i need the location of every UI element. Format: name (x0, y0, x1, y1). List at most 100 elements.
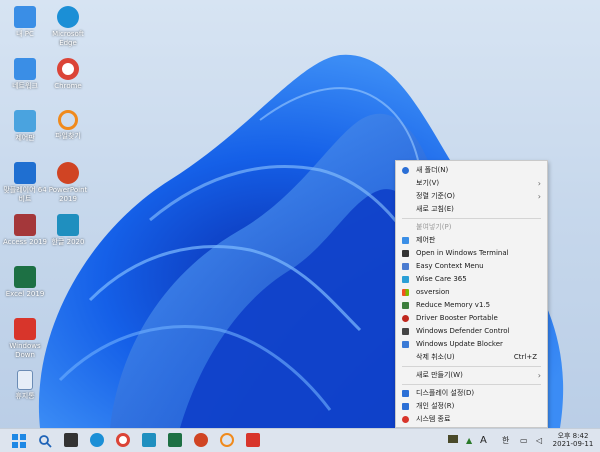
start-button[interactable] (12, 433, 26, 448)
network-icon (14, 58, 36, 80)
menu-item-label: 시스템 종료 (416, 415, 451, 423)
desktop-icon-label: Chrome (54, 82, 82, 90)
chevron-right-icon: › (537, 192, 541, 201)
update-blocker-icon (402, 341, 409, 348)
menu-item-label: Driver Booster Portable (416, 314, 498, 322)
desktop-icon-label: 파일찾기 (55, 132, 81, 140)
search-button[interactable] (38, 433, 52, 448)
desktop-icon-label: 휴지통 (15, 392, 35, 400)
desktop-icon-windows-down[interactable]: Windows Down (0, 318, 50, 360)
computer-icon (14, 6, 36, 28)
menu-item-label: Windows Update Blocker (416, 340, 503, 348)
desktop-icon-powerpoint[interactable]: PowerPoint 2019 (43, 162, 93, 204)
chevron-right-icon: › (537, 179, 541, 188)
taskbar-clock[interactable]: 오후 8:42 2021-09-11 (552, 432, 594, 448)
menu-item-label: osversion (416, 288, 450, 296)
menu-item-label: 개인 설정(R) (416, 402, 455, 410)
control-panel-icon (14, 110, 36, 132)
taskbar-edge[interactable] (90, 433, 104, 447)
driver-booster-icon (402, 315, 409, 322)
menu-item-label: 디스플레이 설정(D) (416, 389, 475, 397)
personalize-icon (402, 403, 409, 410)
menu-item-easy-context-menu[interactable]: Easy Context Menu (396, 260, 547, 273)
network-tray-icon[interactable]: ▭ (520, 429, 528, 452)
ime-mode-indicator[interactable]: A (480, 429, 487, 452)
menu-item-wise-care[interactable]: Wise Care 365 (396, 273, 547, 286)
desktop-icon-recycle-bin[interactable]: 휴지통 (0, 370, 50, 401)
menu-item-shortcut: Ctrl+Z (513, 353, 537, 361)
recycle-bin-icon (17, 370, 33, 390)
clock-time: 오후 8:42 (557, 432, 589, 440)
excel-icon (14, 266, 36, 288)
access-icon (14, 214, 36, 236)
menu-item-driver-booster[interactable]: Driver Booster Portable (396, 312, 547, 325)
taskbar-powerpoint[interactable] (194, 433, 208, 447)
taskbar-windows-down[interactable] (246, 433, 260, 447)
menu-item-label: Windows Defender Control (416, 327, 510, 335)
menu-separator (402, 366, 541, 367)
desktop-icon-excel[interactable]: Excel 2019 (0, 266, 50, 299)
menu-item-update-blocker[interactable]: Windows Update Blocker (396, 338, 547, 351)
clock-date: 2021-09-11 (552, 440, 594, 448)
context-menu-icon (402, 263, 409, 270)
menu-item-view[interactable]: 보기(V) › (396, 177, 547, 190)
volume-icon[interactable]: ◁ (536, 429, 542, 452)
display-icon (402, 390, 409, 397)
menu-item-new[interactable]: 새로 만들기(W) › (396, 369, 547, 382)
menu-item-display-settings[interactable]: 디스플레이 설정(D) (396, 387, 547, 400)
menu-item-undo-delete[interactable]: 삭제 취소(U) Ctrl+Z (396, 351, 547, 364)
menu-item-reduce-memory[interactable]: Reduce Memory v1.5 (396, 299, 547, 312)
taskbar-chrome[interactable] (116, 433, 130, 447)
menu-item-label: 정렬 기준(O) (416, 192, 455, 200)
chrome-icon (57, 58, 79, 80)
menu-item-osversion[interactable]: osversion (396, 286, 547, 299)
menu-item-defender-control[interactable]: Windows Defender Control (396, 325, 547, 338)
menu-separator (402, 384, 541, 385)
edge-icon (57, 6, 79, 28)
menu-item-paste: 붙여넣기(P) (396, 221, 547, 234)
menu-item-personalize[interactable]: 개인 설정(R) (396, 400, 547, 413)
control-panel-icon (402, 237, 409, 244)
menu-item-label: 새로 고침(E) (416, 205, 454, 213)
taskbar-excel[interactable] (168, 433, 182, 447)
menu-item-label: 새 폴더(N) (416, 166, 449, 174)
tray-chevron-up-icon[interactable]: ▲ (466, 429, 472, 452)
taskbar-file-search[interactable] (220, 433, 234, 447)
menu-item-shutdown[interactable]: 시스템 종료 (396, 413, 547, 426)
menu-item-label: Reduce Memory v1.5 (416, 301, 491, 309)
menu-item-windows-terminal[interactable]: Open in Windows Terminal (396, 247, 547, 260)
search-icon (39, 435, 52, 448)
chevron-right-icon: › (537, 371, 541, 380)
wise-care-icon (402, 276, 409, 283)
desktop-icon-file-search[interactable]: 파일찾기 (43, 110, 93, 141)
menu-item-new-folder[interactable]: 새 폴더(N) (396, 164, 547, 177)
desktop-icon-label: Windows Down (9, 342, 41, 359)
desktop-icon-chrome[interactable]: Chrome (43, 58, 93, 91)
taskbar: ▲ A 한 ▭ ◁ 오후 8:42 2021-09-11 (0, 428, 600, 452)
menu-item-refresh[interactable]: 새로 고침(E) (396, 203, 547, 216)
menu-separator (402, 218, 541, 219)
menu-item-label: Easy Context Menu (416, 262, 484, 270)
desktop-icon-hangul[interactable]: 한글 2020 (43, 214, 93, 247)
desktop-icon-edge[interactable]: Microsoft Edge (43, 6, 93, 48)
powerpoint-icon (57, 162, 79, 184)
search-file-icon (58, 110, 78, 130)
menu-item-control-panel[interactable]: 제어판 (396, 234, 547, 247)
menu-item-label: Wise Care 365 (416, 275, 467, 283)
power-icon (402, 416, 409, 423)
task-view-button[interactable] (64, 433, 78, 447)
desktop-icon-label: 한글 2020 (51, 238, 85, 246)
tray-usb-icon[interactable] (448, 435, 458, 443)
potplayer-icon (14, 162, 36, 184)
ime-language-indicator[interactable]: 한 (502, 429, 509, 452)
menu-item-label: 붙여넣기(P) (416, 223, 452, 231)
new-folder-icon (402, 167, 409, 174)
windows-logo-icon (402, 289, 409, 296)
memory-icon (402, 302, 409, 309)
power-icon (14, 318, 36, 340)
desktop-icon-label: Excel 2019 (5, 290, 45, 298)
menu-item-label: 삭제 취소(U) (416, 353, 455, 361)
menu-item-sort-by[interactable]: 정렬 기준(O) › (396, 190, 547, 203)
hangul-icon (57, 214, 79, 236)
taskbar-hangul[interactable] (142, 433, 156, 447)
